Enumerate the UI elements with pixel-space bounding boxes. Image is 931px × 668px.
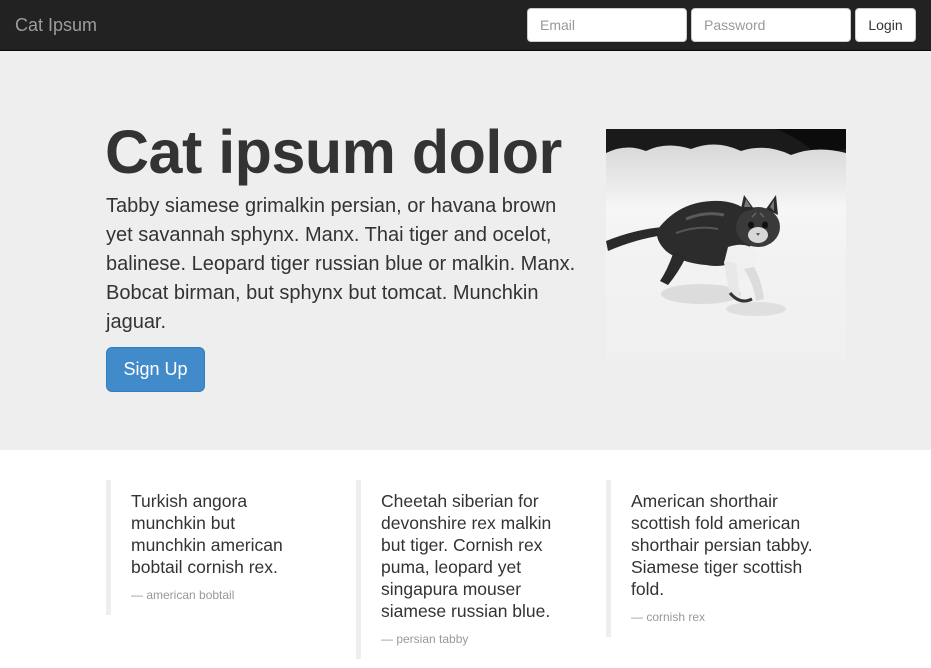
- hero-title: Cat ipsum dolor: [105, 118, 562, 186]
- signup-button[interactable]: Sign Up: [106, 347, 205, 392]
- quote-author: — persian tabby: [381, 632, 469, 646]
- login-button[interactable]: Login: [855, 8, 916, 42]
- quote-text: Turkish angora munchkin but munchkin ame…: [131, 491, 283, 577]
- quote-cornish-rex: American shorthair scottish fold america…: [606, 480, 816, 637]
- brand-link[interactable]: Cat Ipsum: [15, 14, 97, 36]
- cat-image: [606, 129, 846, 359]
- navbar: Cat Ipsum Login: [0, 0, 931, 51]
- quote-author: — cornish rex: [631, 610, 706, 624]
- quote-text: American shorthair scottish fold america…: [631, 491, 813, 599]
- quote-american-bobtail: Turkish angora munchkin but munchkin ame…: [106, 480, 296, 615]
- quote-persian-tabby: Cheetah siberian for devonshire rex malk…: [356, 480, 566, 659]
- cat-in-snow-illustration: [606, 129, 846, 359]
- quote-text: Cheetah siberian for devonshire rex malk…: [381, 491, 552, 621]
- email-input[interactable]: [527, 8, 687, 42]
- hero-text: Tabby siamese grimalkin persian, or hava…: [106, 195, 576, 333]
- password-input[interactable]: [691, 8, 851, 42]
- quote-author: — american bobtail: [131, 588, 235, 602]
- jumbotron: Cat ipsum dolor Tabby siamese grimalkin …: [0, 51, 931, 450]
